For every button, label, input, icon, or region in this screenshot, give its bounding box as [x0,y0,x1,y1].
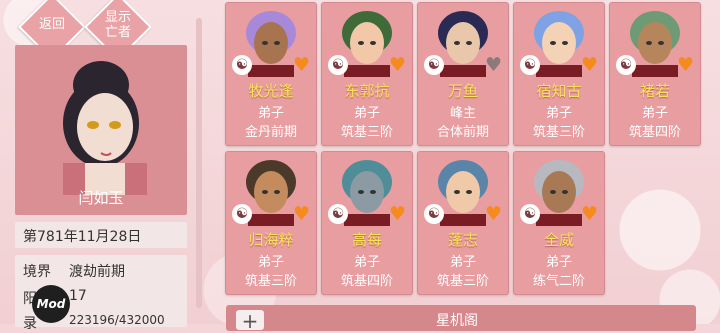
heart-icon[interactable]: ♥ [293,204,310,224]
disciple-card[interactable]: ☯ ♥ 蓬志弟子筑基三阶 [417,151,509,295]
realm-label: 境界 [23,264,51,280]
realm-value: 渡劫前期 [69,264,125,280]
exp-prefix: 录 [23,316,37,332]
disciple-role: 弟子 [353,106,380,121]
disciple-card[interactable]: ☯ ♥ 高每弟子筑基四阶 [321,151,413,295]
yin-yang-icon[interactable]: ☯ [328,55,348,75]
age-value: 17 [69,288,87,304]
disciple-name: 牧光逢 [248,82,294,100]
disciple-card[interactable]: ☯ ♥ 全威弟子练气二阶 [513,151,605,295]
disciple-name: 褚若 [639,82,670,100]
disciple-role: 弟子 [257,106,284,121]
character-portrait [63,61,147,195]
heart-icon[interactable]: ♥ [581,55,598,75]
yin-yang-icon[interactable]: ☯ [424,55,444,75]
bottom-bar[interactable]: 星机阁 [226,305,696,331]
disciple-role: 弟子 [545,255,572,270]
disciple-rank: 金丹前期 [244,125,297,140]
yin-yang-icon[interactable]: ☯ [616,55,636,75]
disciple-rank: 筑基三阶 [532,125,585,140]
back-button-label: 返回 [38,17,65,32]
add-button[interactable]: + [236,310,264,332]
disciple-role: 弟子 [257,255,284,270]
disciple-rank: 筑基四阶 [340,274,393,289]
exp-value: 223196/432000 [69,313,165,327]
disciple-rank: 筑基四阶 [628,125,681,140]
disciple-name: 归海粹 [248,231,294,249]
mod-badge[interactable]: Mod [32,285,70,323]
disciple-card[interactable]: ☯ ♥ 万鱼峰主合体前期 [417,2,509,146]
disciple-rank: 筑基三阶 [244,274,297,289]
disciple-name: 高每 [351,231,382,249]
heart-icon[interactable]: ♥ [485,55,502,75]
character-portrait-card: 闫如玉 [15,45,187,215]
scrollbar[interactable] [196,18,202,308]
disciple-role: 弟子 [353,255,380,270]
disciple-card[interactable]: ☯ ♥ 褚若弟子筑基四阶 [609,2,701,146]
disciple-name: 蓬志 [447,231,478,249]
date-box: 第781年11月28日 [15,222,187,248]
disciple-rank: 练气二阶 [532,274,585,289]
disciple-name: 宿知古 [536,82,582,100]
heart-icon[interactable]: ♥ [293,55,310,75]
disciple-card[interactable]: ☯ ♥ 牧光逢弟子金丹前期 [225,2,317,146]
heart-icon[interactable]: ♥ [581,204,598,224]
heart-icon[interactable]: ♥ [389,55,406,75]
disciple-card[interactable]: ☯ ♥ 归海粹弟子筑基三阶 [225,151,317,295]
yin-yang-icon[interactable]: ☯ [424,204,444,224]
disciple-name: 全威 [543,231,574,249]
disciple-role: 弟子 [449,255,476,270]
yin-yang-icon[interactable]: ☯ [520,55,540,75]
yin-yang-icon[interactable]: ☯ [328,204,348,224]
heart-icon[interactable]: ♥ [485,204,502,224]
game-date: 第781年11月28日 [23,229,142,245]
disciple-role: 峰主 [449,106,476,121]
disciple-card[interactable]: ☯ ♥ 宿知古弟子筑基三阶 [513,2,605,146]
heart-icon[interactable]: ♥ [677,55,694,75]
disciple-name: 万鱼 [447,82,478,100]
yin-yang-icon[interactable]: ☯ [232,204,252,224]
disciple-rank: 筑基三阶 [340,125,393,140]
disciple-role: 弟子 [545,106,572,121]
bottom-bar-title: 星机阁 [436,313,478,329]
disciple-name: 东郭抗 [344,82,390,100]
disciple-rank: 筑基三阶 [436,274,489,289]
disciple-card[interactable]: ☯ ♥ 东郭抗弟子筑基三阶 [321,2,413,146]
yin-yang-icon[interactable]: ☯ [520,204,540,224]
disciple-role: 弟子 [641,106,668,121]
character-name: 闫如玉 [78,189,124,207]
show-dead-button-label: 显示 亡者 [104,10,131,40]
yin-yang-icon[interactable]: ☯ [232,55,252,75]
disciple-rank: 合体前期 [436,125,489,140]
heart-icon[interactable]: ♥ [389,204,406,224]
